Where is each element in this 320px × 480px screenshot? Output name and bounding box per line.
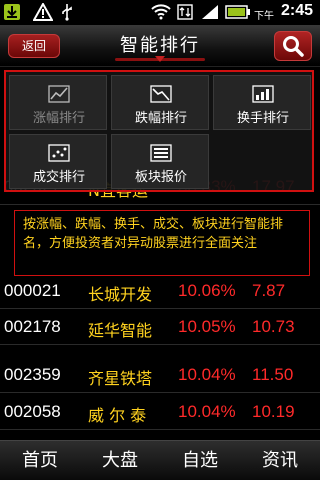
warning-icon xyxy=(32,3,54,21)
stock-change-pct: 10.05% xyxy=(178,317,236,336)
search-button[interactable] xyxy=(274,31,312,61)
menu-item-volume-ranking[interactable]: 成交排行 xyxy=(9,134,107,189)
status-ampm: 下午 xyxy=(254,11,274,22)
stock-price: 10.73 xyxy=(252,317,295,336)
table-row[interactable]: 000021 长城开发 10.06% 7.87 xyxy=(0,273,320,309)
page-title: 智能排行 xyxy=(120,35,200,56)
title-caret-icon xyxy=(155,56,165,62)
stock-change-pct: 10.06% xyxy=(178,281,236,300)
table-row[interactable]: 002058 威 尔 泰 10.04% 10.19 xyxy=(0,394,320,430)
menu-item-turnover-ranking[interactable]: 换手排行 xyxy=(213,75,311,130)
menu-item-label: 成交排行 xyxy=(32,170,85,185)
stock-code: 002178 xyxy=(4,317,61,336)
menu-item-label: 板块报价 xyxy=(134,170,187,185)
battery-icon xyxy=(224,3,252,21)
stock-code: 000021 xyxy=(4,281,61,300)
download-icon xyxy=(2,3,22,21)
stock-change-pct: 10.04% xyxy=(178,365,236,384)
scatter-icon xyxy=(48,144,70,162)
stock-name: 齐星铁塔 xyxy=(88,369,153,388)
menu-item-label: 涨幅排行 xyxy=(32,111,85,126)
signal-icon xyxy=(200,3,220,21)
usb-icon xyxy=(58,3,76,21)
menu-item-rise-ranking[interactable]: 涨幅排行 xyxy=(9,75,107,130)
chart-down-icon xyxy=(150,85,172,103)
nav-market[interactable]: 大盘 xyxy=(80,441,160,480)
status-time: 2:45 xyxy=(281,2,314,19)
stock-price: 7.87 xyxy=(252,281,286,300)
stock-price: 11.50 xyxy=(252,365,294,384)
nav-home[interactable]: 首页 xyxy=(0,441,80,480)
stock-name: 长城开发 xyxy=(88,285,153,304)
stock-change-pct: 10.04% xyxy=(178,402,236,421)
status-bar: 下午 2:45 xyxy=(0,0,320,25)
wifi-icon xyxy=(150,3,172,21)
table-row[interactable]: 002359 齐星铁塔 10.04% 11.50 xyxy=(0,357,320,393)
menu-item-fall-ranking[interactable]: 跌幅排行 xyxy=(111,75,209,130)
menu-item-sector-quotes[interactable]: 板块报价 xyxy=(111,134,209,189)
ranking-tooltip: 按涨幅、跌幅、换手、成交、板块进行智能排名，方便投资者对异动股票进行全面关注 xyxy=(14,210,310,276)
ranking-menu: 涨幅排行 跌幅排行 换手排行 成交排行 板块报价 xyxy=(4,70,314,192)
menu-item-label: 跌幅排行 xyxy=(134,111,187,126)
bar-chart-icon xyxy=(252,85,274,103)
bottom-nav: 首页 大盘 自选 资讯 xyxy=(0,440,320,480)
title-bar: 返回 智能排行 xyxy=(0,25,320,67)
tooltip-text: 按涨幅、跌幅、换手、成交、板块进行智能排名，方便投资者对异动股票进行全面关注 xyxy=(23,217,284,251)
nav-news[interactable]: 资讯 xyxy=(240,441,320,480)
stock-name: 威 尔 泰 xyxy=(88,406,147,425)
table-row[interactable]: 002178 延华智能 10.05% 10.73 xyxy=(0,309,320,345)
nav-watchlist[interactable]: 自选 xyxy=(160,441,240,480)
search-icon xyxy=(283,36,304,57)
stock-code: 002359 xyxy=(4,365,61,384)
menu-item-label: 换手排行 xyxy=(236,111,289,126)
stock-code: 002058 xyxy=(4,402,61,421)
stock-name: 延华智能 xyxy=(88,321,153,340)
back-button[interactable]: 返回 xyxy=(8,34,60,58)
stock-price: 10.19 xyxy=(252,402,295,421)
list-icon xyxy=(150,144,172,162)
chart-up-icon xyxy=(48,85,70,103)
data-icon xyxy=(176,3,194,21)
